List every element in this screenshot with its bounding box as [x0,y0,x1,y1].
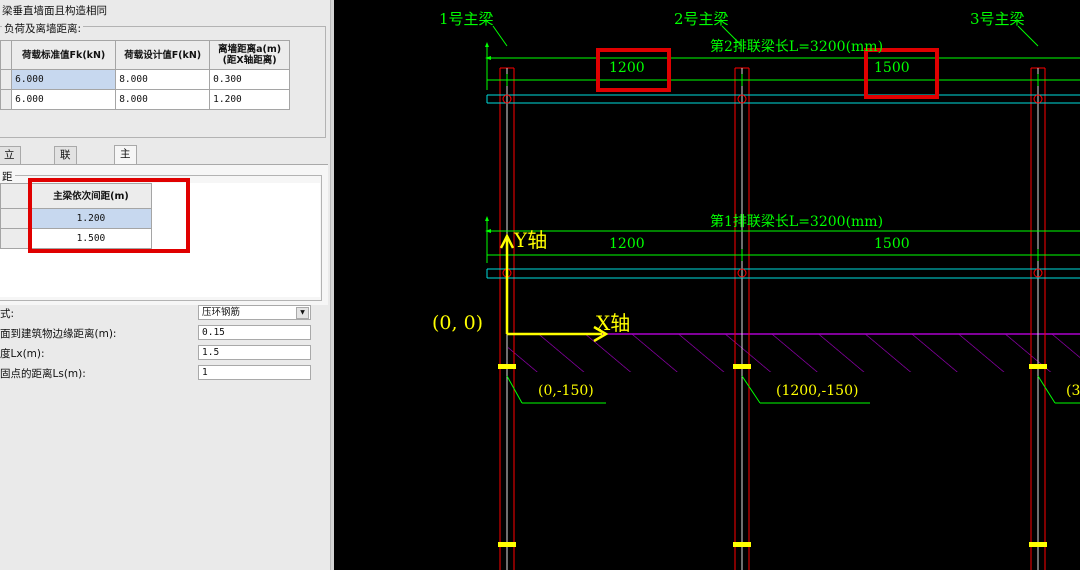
type-label: 式: [0,308,15,320]
table-cell[interactable]: 8.000 [115,89,211,110]
same-construction-option[interactable]: 梁垂直墙面且构造相同 [2,3,107,18]
row-header[interactable] [0,208,31,229]
highlight-box [28,178,190,253]
col-header-f: 荷载设计值F(kN) [115,40,211,70]
length-lx-input[interactable]: 1.5 [198,345,311,360]
length-lx-label: 度Lx(m): [0,348,45,360]
dimension-ticks [485,42,491,233]
tab-pole-spacing[interactable]: 立杆纵距 [0,146,21,212]
load-group-title: 负荷及离墙距离: [2,21,84,36]
anchor-distance-label: 固点的距离Ls(m): [0,368,86,380]
table-cell[interactable]: 6.000 [11,89,117,110]
joint-markers [502,94,1043,278]
table-cell[interactable]: 8.000 [115,69,211,90]
tie-beam-2-label: 第2排联梁长L=3200(mm) [710,39,884,55]
row-header[interactable] [0,69,13,90]
table-row: 6.000 8.000 0.300 [0,69,290,90]
table-row: 6.000 8.000 1.200 [0,89,290,110]
coord-label: (3 [1066,383,1080,399]
tie-beam-1-label: 第1排联梁长L=3200(mm) [710,214,884,230]
row-header[interactable] [0,89,13,110]
tab-main-beam-position[interactable]: 主梁定位 [114,145,137,211]
cad-viewport[interactable]: 1号主梁 2号主梁 3号主梁 第2排联梁长L=3200(mm) 1200 150… [334,0,1080,570]
beam-label-2: 2号主梁 [674,10,729,28]
coord-label: (0,-150) [538,383,594,399]
beam-label-3: 3号主梁 [970,10,1025,28]
type-select-value: 压环钢筋 [202,307,241,318]
table-cell[interactable]: 0.300 [209,69,290,90]
type-select[interactable]: 压环钢筋 ▼ [198,305,311,320]
col-header-a: 离墙距离a(m) (距X轴距离) [209,40,290,70]
dimension-text: 1200 [609,60,645,76]
tie-beams [486,94,1080,279]
edge-distance-label: 面到建筑物边缘距离(m): [0,328,117,340]
load-table: 荷载标准值Fk(kN) 荷载设计值F(kN) 离墙距离a(m) (距X轴距离) … [0,40,290,110]
edge-distance-input[interactable]: 0.15 [198,325,311,340]
spacing-group-title: 距 [0,169,15,184]
cad-drawing [485,25,1080,570]
table-corner [0,40,13,70]
settings-panel: 梁垂直墙面且构造相同 负荷及离墙距离: 荷载标准值Fk(kN) 荷载设计值F(k… [0,0,334,570]
origin-label: (0, 0) [432,312,484,334]
dimension-text: 1200 [609,236,645,252]
y-axis-label: Y轴 [514,228,548,252]
main-beams [499,67,1046,570]
col-header-fk: 荷载标准值Fk(kN) [11,40,117,70]
coord-label: (1200,-150) [776,383,859,399]
table-cell[interactable]: 6.000 [11,69,117,90]
tab-tie-beam-position[interactable]: 联梁定位 [54,146,77,212]
beam-centerlines [506,68,1039,570]
anchor-distance-input[interactable]: 1 [198,365,311,380]
table-cell[interactable]: 1.200 [209,89,290,110]
row-header[interactable] [0,228,31,249]
dimension-text: 1500 [874,236,910,252]
beam-label-1: 1号主梁 [439,10,494,28]
dimension-text: 1500 [874,60,910,76]
chevron-down-icon[interactable]: ▼ [296,307,309,319]
table-corner [0,183,31,209]
x-axis-label: X轴 [596,311,631,335]
